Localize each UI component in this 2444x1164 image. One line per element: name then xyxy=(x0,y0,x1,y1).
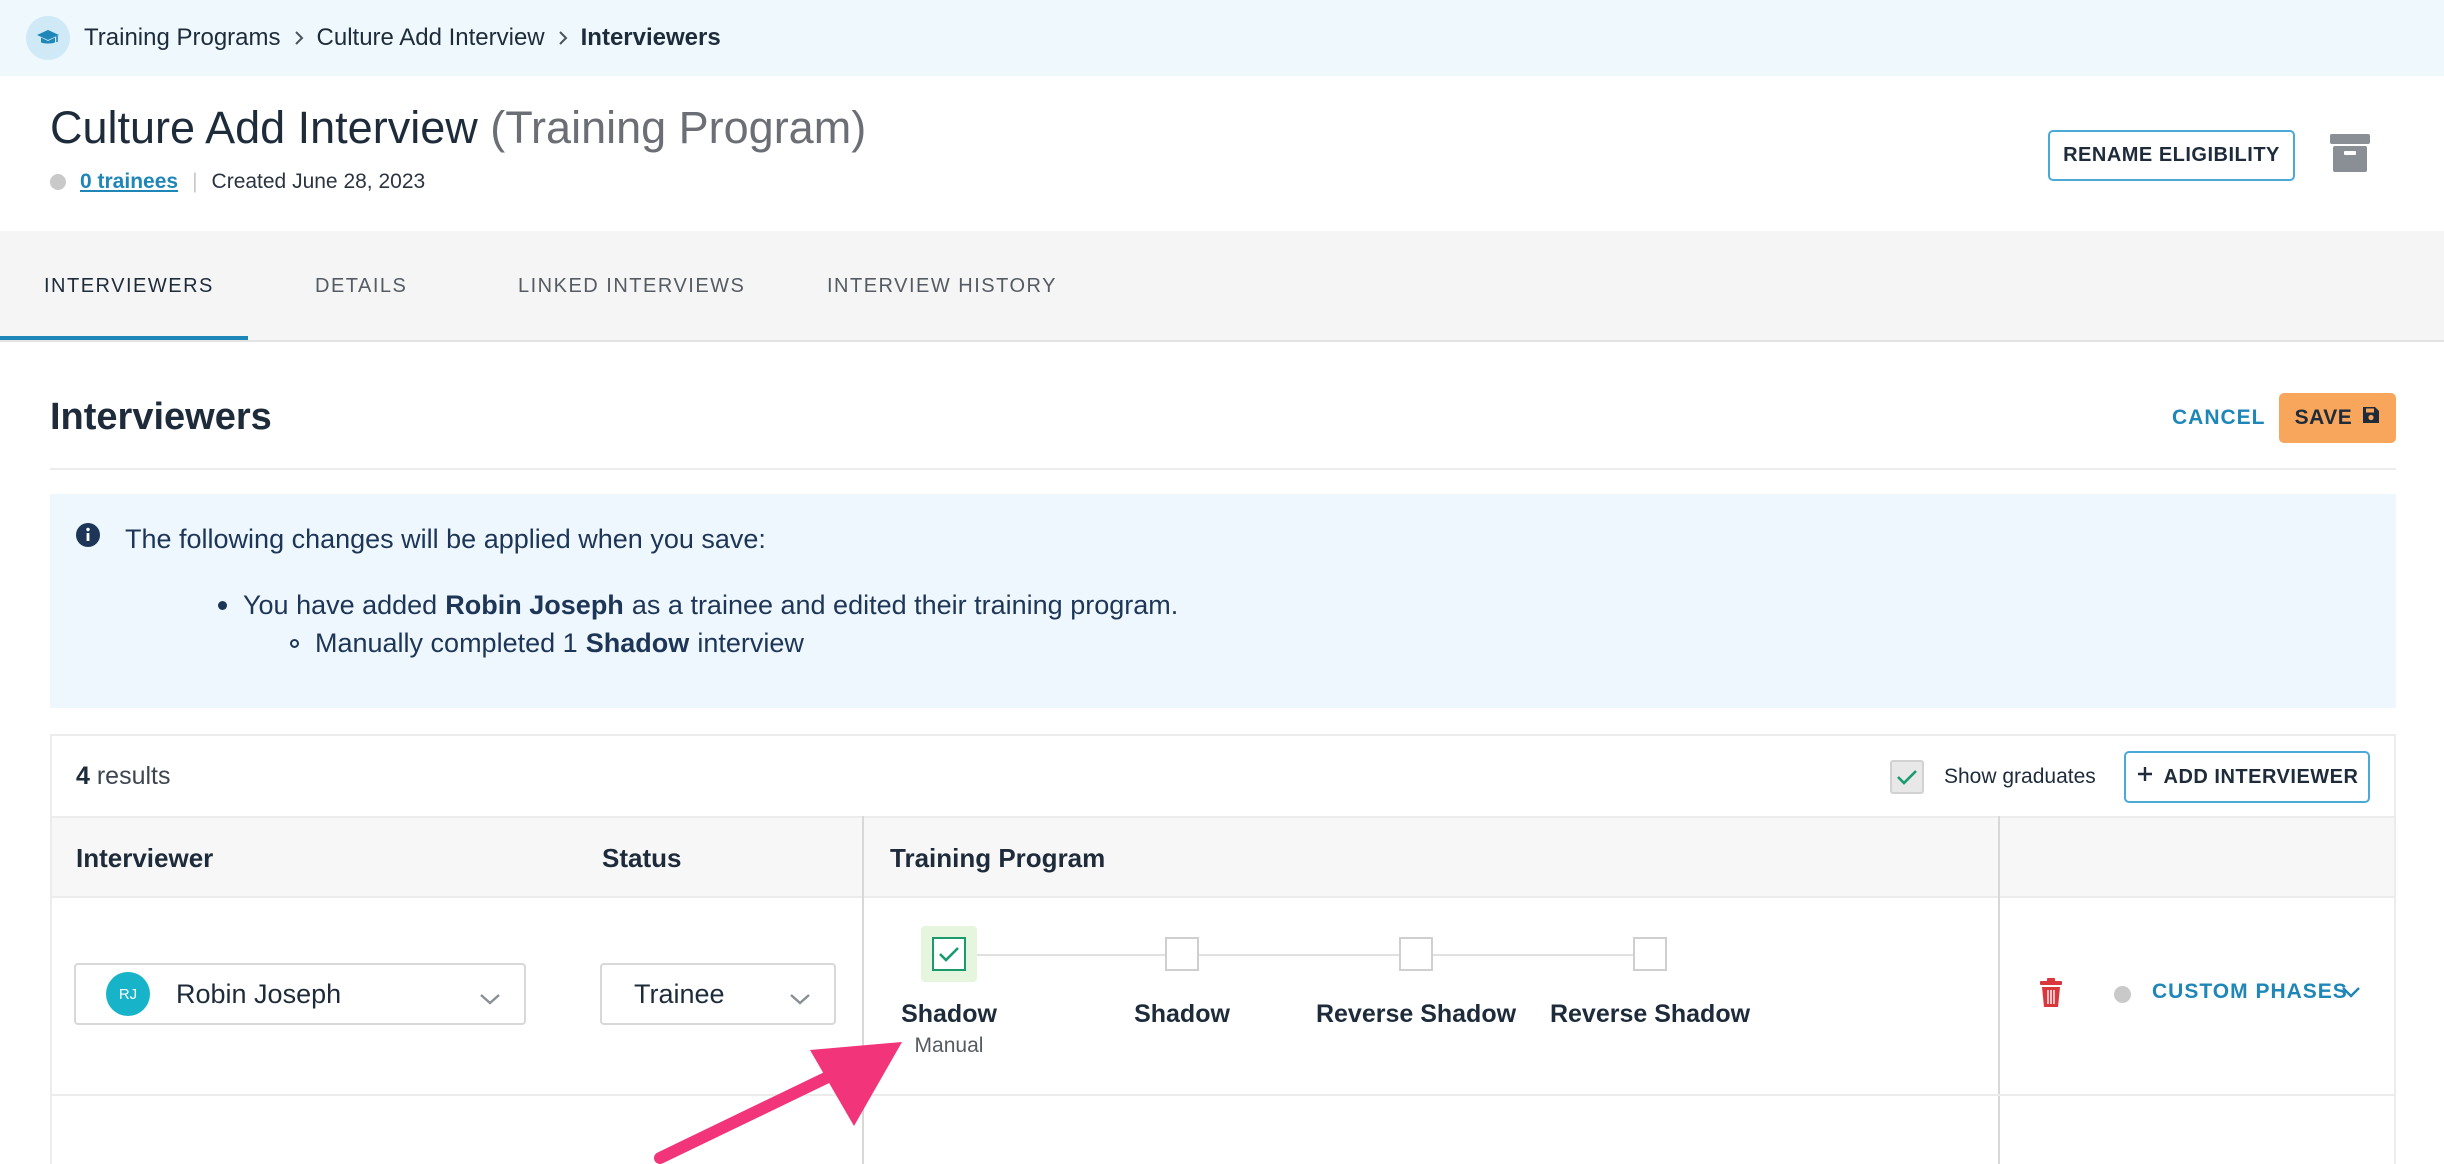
chevron-down-icon xyxy=(478,983,502,1014)
section-divider xyxy=(50,468,2396,470)
column-status: Status xyxy=(602,842,682,873)
bullet-hollow xyxy=(290,638,299,648)
meta-divider: | xyxy=(192,170,198,193)
tab-details[interactable]: DETAILS xyxy=(315,231,407,342)
cancel-button[interactable]: CANCEL xyxy=(2172,393,2266,443)
notice-change-item: You have added Robin Joseph as a trainee… xyxy=(198,586,1178,624)
chevron-down-icon[interactable] xyxy=(2340,984,2362,1005)
bullet xyxy=(218,600,227,610)
pending-changes-notice: The following changes will be applied wh… xyxy=(50,494,2396,708)
plus-icon xyxy=(2136,765,2154,789)
show-graduates-checkbox[interactable] xyxy=(1890,760,1924,794)
phase-label-2: Shadow xyxy=(1134,1000,1230,1028)
active-tab-indicator xyxy=(0,336,248,340)
notice-change-name: Robin Joseph xyxy=(445,589,624,620)
breadcrumb-training-programs[interactable]: Training Programs xyxy=(84,24,281,52)
tab-bar: INTERVIEWERS DETAILS LINKED INTERVIEWS I… xyxy=(0,231,2444,342)
tab-interviewers[interactable]: INTERVIEWERS xyxy=(44,231,214,342)
chevron-right-icon xyxy=(293,29,305,47)
trainees-link[interactable]: 0 trainees xyxy=(80,170,178,194)
tab-interview-history[interactable]: INTERVIEW HISTORY xyxy=(827,231,1057,342)
created-date: Created June 28, 2023 xyxy=(211,170,426,193)
section-title: Interviewers xyxy=(50,396,272,438)
notice-change-list: You have added Robin Joseph as a trainee… xyxy=(198,586,1178,662)
phase-label-4: Reverse Shadow xyxy=(1549,1000,1751,1028)
status-select[interactable]: Trainee xyxy=(600,963,836,1025)
row-divider xyxy=(52,1094,2394,1096)
tab-linked-interviews[interactable]: LINKED INTERVIEWS xyxy=(518,231,745,342)
notice-detail-item: Manually completed 1 Shadow interview xyxy=(198,624,1178,662)
phase-label-1: Shadow xyxy=(901,1000,997,1028)
notice-detail-prefix: Manually completed 1 xyxy=(315,627,578,658)
column-training-program: Training Program xyxy=(890,842,1106,873)
graduation-cap-icon xyxy=(26,16,70,60)
phase-label-3: Reverse Shadow xyxy=(1315,1000,1517,1028)
floppy-disk-icon xyxy=(2362,406,2380,430)
results-label: results xyxy=(96,762,171,790)
notice-change-suffix: as a trainee and edited their training p… xyxy=(631,589,1179,620)
chevron-down-icon xyxy=(788,983,812,1014)
results-number: 4 xyxy=(76,762,90,790)
status-dot xyxy=(50,174,66,190)
save-button-label: SAVE xyxy=(2294,406,2353,429)
show-graduates-label[interactable]: Show graduates xyxy=(1944,765,2096,789)
notice-intro: The following changes will be applied wh… xyxy=(125,524,766,554)
custom-phases-toggle[interactable]: CUSTOM PHASES xyxy=(2152,980,2348,1004)
breadcrumb: Training Programs Culture Add Interview … xyxy=(0,0,2444,76)
page-title-subtitle: (Training Program) xyxy=(490,102,867,153)
interviewers-table-panel: 4 results Show graduates ADD INTERVIEWER… xyxy=(50,734,2396,1164)
notice-detail-phase: Shadow xyxy=(585,627,690,658)
add-interviewer-label: ADD INTERVIEWER xyxy=(2163,765,2359,788)
column-divider xyxy=(1998,816,2000,1164)
annotation-arrow-icon xyxy=(640,1030,910,1164)
interviewer-select[interactable]: RJ Robin Joseph xyxy=(74,963,526,1025)
table-header: Interviewer Status Training Program xyxy=(52,816,2394,898)
phase-checkbox-1[interactable] xyxy=(932,937,966,971)
save-button[interactable]: SAVE xyxy=(2279,393,2396,443)
avatar: RJ xyxy=(106,972,150,1016)
column-interviewer: Interviewer xyxy=(76,842,214,873)
breadcrumb-culture-add-interview[interactable]: Culture Add Interview xyxy=(317,24,545,52)
program-meta: 0 trainees | Created June 28, 2023 xyxy=(50,170,425,194)
phase-checkbox-3[interactable] xyxy=(1399,937,1433,971)
status-value: Trainee xyxy=(634,978,725,1009)
notice-detail-suffix: interview xyxy=(697,627,804,658)
info-icon xyxy=(75,522,101,553)
phase-checkbox-4[interactable] xyxy=(1633,937,1667,971)
interviewer-name: Robin Joseph xyxy=(176,978,342,1009)
chevron-right-icon xyxy=(557,29,569,47)
phase-track xyxy=(966,954,1648,956)
notice-change-prefix: You have added xyxy=(243,589,438,620)
page-title: Culture Add Interview (Training Program) xyxy=(50,102,866,154)
results-count: 4 results xyxy=(76,762,171,791)
phase-status-dot xyxy=(2114,986,2131,1003)
phase-sub-1: Manual xyxy=(914,1034,984,1057)
trash-icon[interactable] xyxy=(2038,978,2064,1013)
rename-eligibility-button[interactable]: RENAME ELIGIBILITY xyxy=(2048,130,2295,181)
archive-icon[interactable] xyxy=(2328,132,2372,179)
add-interviewer-button[interactable]: ADD INTERVIEWER xyxy=(2124,751,2370,803)
breadcrumb-interviewers: Interviewers xyxy=(580,24,721,51)
page-title-main: Culture Add Interview xyxy=(50,102,478,153)
phase-checkbox-2[interactable] xyxy=(1165,937,1199,971)
